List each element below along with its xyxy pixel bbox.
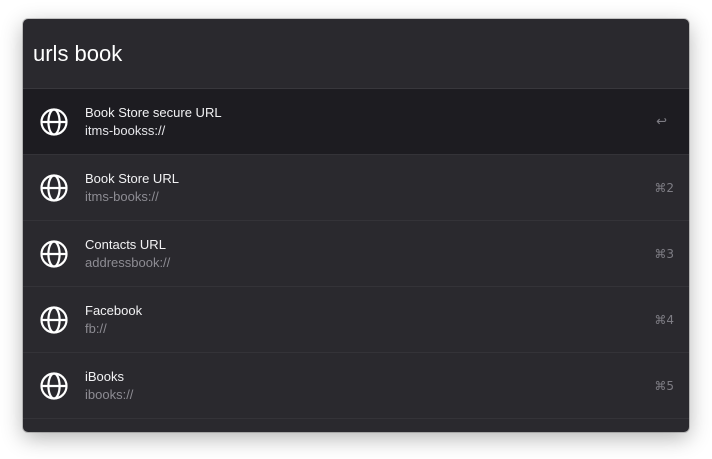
globe-icon [39,305,69,335]
result-text: Contacts URL addressbook:// [85,237,170,271]
result-subtitle: itms-books:// [85,188,159,204]
result-subtitle: ibooks:// [85,386,134,402]
result-subtitle: fb:// [85,320,107,336]
result-text: Book Store URL itms-books:// [85,171,179,205]
globe-icon [39,239,69,269]
result-title: Book Store secure URL [85,104,222,120]
result-subtitle: addressbook:// [85,254,171,270]
result-text: Facebook fb:// [85,303,142,337]
result-text: iBooks ibooks:// [85,369,133,403]
result-shortcut: ⌘2 [654,180,674,195]
results-list: Book Store secure URL itms-bookss:// ↩ B… [23,89,689,419]
result-title: Contacts URL [85,236,166,252]
globe-icon [39,107,69,137]
result-item-ibooks[interactable]: iBooks ibooks:// ⌘5 [23,353,689,419]
search-bar [23,19,689,89]
result-item-book-store-url[interactable]: Book Store URL itms-books:// ⌘2 [23,155,689,221]
result-title: Facebook [85,302,143,318]
result-shortcut: ⌘5 [654,378,674,393]
result-item-book-store-secure-url[interactable]: Book Store secure URL itms-bookss:// ↩ [23,89,689,155]
return-key-icon: ↩ [656,114,667,129]
result-title: Book Store URL [85,170,179,186]
globe-icon [39,173,69,203]
result-item-facebook[interactable]: Facebook fb:// ⌘4 [23,287,689,353]
result-subtitle: itms-bookss:// [85,122,166,138]
result-shortcut: ⌘4 [654,312,674,327]
result-shortcut: ⌘3 [654,246,674,261]
result-title: iBooks [85,368,125,384]
globe-icon [39,371,69,401]
result-item-contacts-url[interactable]: Contacts URL addressbook:// ⌘3 [23,221,689,287]
result-text: Book Store secure URL itms-bookss:// [85,105,222,139]
launcher-panel: Book Store secure URL itms-bookss:// ↩ B… [23,19,689,432]
search-input[interactable] [33,40,633,67]
